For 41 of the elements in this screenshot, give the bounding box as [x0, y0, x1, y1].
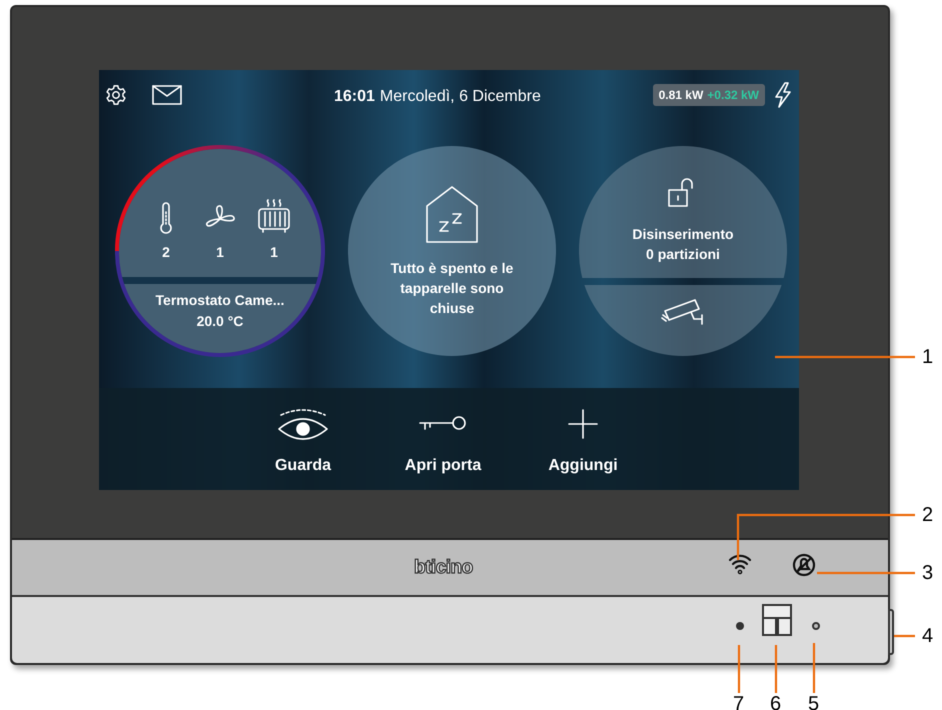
callout-number: 2 [922, 504, 934, 526]
lightning-bolt-icon [773, 82, 793, 108]
action-button[interactable]: Apri porta [373, 404, 513, 478]
thermostat-name: Termostato Came... [156, 291, 284, 310]
thermostat-tile[interactable]: 2 1 1 Termostato Came... 20.0 °C [115, 145, 325, 357]
scenario-tile[interactable]: Tutto è spento e le tapparelle sono chiuse [348, 146, 556, 356]
leader-line [774, 645, 778, 693]
callout-number: 4 [922, 625, 934, 647]
scenario-text: Tutto è spento e le tapparelle sono chiuse [390, 259, 514, 318]
power-badge: 0.81 kW +0.32 kW [652, 84, 765, 106]
callout-number: 7 [733, 693, 744, 710]
house-sleep-icon [424, 184, 480, 244]
callout-number: 6 [770, 693, 782, 710]
wifi-icon [728, 553, 752, 575]
bell-mute-icon [792, 553, 816, 577]
settings-icon[interactable] [105, 84, 127, 106]
radiator-icon [256, 198, 292, 234]
envelope-icon[interactable] [152, 85, 182, 105]
eye-icon [277, 407, 329, 441]
brand-logo: bticino [414, 556, 473, 580]
leader-line [738, 645, 740, 693]
security-camera-icon [661, 297, 705, 327]
side-button[interactable] [888, 609, 894, 655]
thermostat-temperature: 20.0 °C [196, 312, 244, 331]
device-count: 1 [216, 243, 224, 262]
device-count: 2 [162, 243, 170, 262]
device-count: 1 [270, 243, 278, 262]
callout-number: 3 [922, 562, 934, 584]
clock-time: 16:01 [334, 87, 375, 107]
key-icon [418, 415, 468, 433]
action-button[interactable]: Aggiungi [513, 404, 653, 478]
date-text: Mercoledì, 6 Dicembre [380, 87, 541, 107]
callout-number: 1 [922, 346, 934, 368]
callout-number: 5 [808, 693, 820, 710]
action-button[interactable]: Guarda [233, 404, 373, 478]
leader-line [812, 643, 816, 693]
plus-icon [567, 408, 599, 440]
thermometer-icon [159, 202, 173, 234]
leader-line [894, 634, 915, 638]
key-button[interactable] [762, 604, 792, 636]
alarm-status: Disinserimento 0 partizioni [631, 225, 735, 264]
